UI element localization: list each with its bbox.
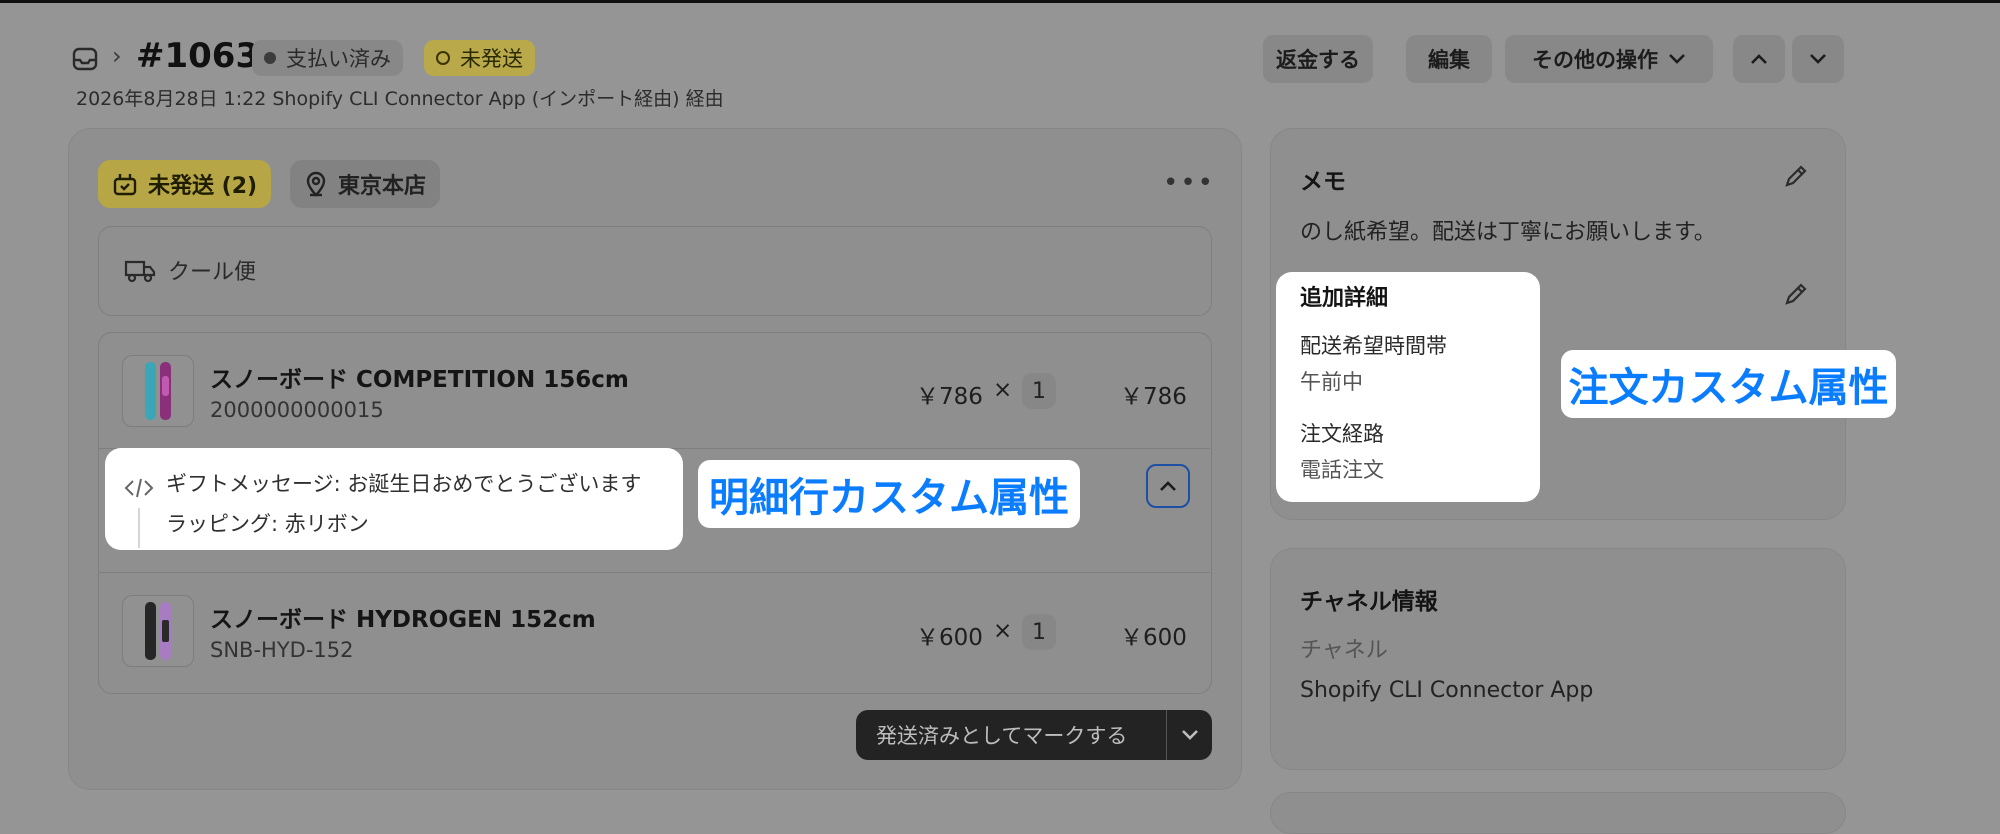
unfulfilled-count-label: 未発送 (2)	[148, 174, 258, 199]
product-title[interactable]: スノーボード COMPETITION 156cm	[210, 360, 629, 394]
unit-price: ￥786	[916, 384, 983, 410]
shipping-method-label: クール便	[168, 260, 257, 285]
chevron-down-icon	[1810, 54, 1826, 64]
order-custom-attribute-callout: 注文カスタム属性	[1561, 350, 1896, 418]
detail-value: 午前中	[1300, 370, 1363, 394]
orders-inbox-icon[interactable]	[72, 46, 98, 72]
chevron-down-icon	[1181, 730, 1198, 740]
notes-text: のし紙希望。配送は丁寧にお願いします。	[1300, 220, 1716, 245]
previous-order-button[interactable]	[1733, 35, 1785, 83]
window-top-border	[0, 0, 2000, 3]
detail-value: 電話注文	[1300, 458, 1384, 482]
payment-status-badge: 支払い済み	[252, 40, 403, 76]
times-sign: ×	[993, 377, 1013, 403]
line-total: ￥600	[1120, 625, 1187, 651]
mark-as-fulfilled-button[interactable]: 発送済みとしてマークする	[856, 710, 1212, 760]
collapse-properties-button[interactable]	[1146, 464, 1190, 508]
edit-pencil-icon[interactable]	[1782, 280, 1810, 308]
channel-label: チャネル	[1300, 638, 1388, 663]
notes-title: メモ	[1300, 169, 1346, 195]
product-thumbnail[interactable]	[122, 595, 194, 667]
refund-button[interactable]: 返金する	[1263, 35, 1373, 83]
location-pill: 東京本店	[290, 160, 441, 208]
page-title: #1063	[136, 36, 260, 76]
product-sku: 2000000000015	[210, 398, 384, 422]
product-thumbnail[interactable]	[122, 355, 194, 427]
status-dot-icon	[264, 52, 276, 64]
times-sign: ×	[993, 618, 1013, 644]
next-card-edge	[1270, 792, 1846, 834]
order-subtitle: 2026年8月28日 1:22 Shopify CLI Connector Ap…	[76, 88, 724, 110]
product-sku: SNB-HYD-152	[210, 638, 354, 662]
location-pin-icon	[306, 171, 326, 197]
more-options-icon[interactable]: •••	[1163, 168, 1215, 198]
detail-label: 配送希望時間帯	[1300, 334, 1447, 358]
divider	[98, 572, 1210, 573]
quantity-badge: 1	[1022, 373, 1056, 409]
location-label: 東京本店	[338, 174, 427, 199]
chevron-up-icon	[1751, 54, 1767, 64]
unit-price: ￥600	[916, 625, 983, 651]
unfulfilled-count-pill: 未発送 (2)	[98, 160, 272, 208]
next-order-button[interactable]	[1792, 35, 1844, 83]
property-indent-line	[138, 508, 140, 548]
code-icon	[124, 478, 154, 498]
line-property: ラッピング: 赤リボン	[166, 512, 369, 536]
channel-value: Shopify CLI Connector App	[1300, 678, 1594, 703]
package-icon	[113, 174, 137, 196]
chevron-down-icon	[1669, 54, 1685, 64]
snowboard-image-icon	[145, 362, 171, 420]
product-title[interactable]: スノーボード HYDROGEN 152cm	[210, 600, 596, 634]
line-property: ギフトメッセージ: お誕生日おめでとうございます	[166, 472, 642, 496]
line-total: ￥786	[1120, 384, 1187, 410]
fulfillment-status-badge: 未発送	[424, 40, 535, 76]
fulfillment-status-label: 未発送	[460, 47, 523, 71]
status-ring-icon	[436, 51, 450, 65]
more-actions-button[interactable]: その他の操作	[1505, 35, 1713, 83]
payment-status-label: 支払い済み	[286, 47, 391, 71]
line-item-custom-attribute-callout: 明細行カスタム属性	[698, 460, 1080, 528]
chevron-up-icon	[1160, 481, 1176, 491]
mark-options-toggle[interactable]	[1167, 729, 1212, 741]
quantity-badge: 1	[1022, 614, 1056, 650]
snowboard-image-icon	[145, 602, 171, 660]
mark-as-fulfilled-label: 発送済みとしてマークする	[876, 724, 1128, 748]
shipping-method-box	[98, 226, 1212, 316]
channel-title: チャネル情報	[1300, 589, 1438, 615]
breadcrumb-chevron-icon: ›	[112, 42, 122, 70]
edit-pencil-icon[interactable]	[1782, 162, 1810, 190]
detail-label: 注文経路	[1300, 422, 1384, 446]
more-actions-label: その他の操作	[1532, 48, 1658, 72]
edit-button[interactable]: 編集	[1406, 35, 1492, 83]
additional-details-title: 追加詳細	[1300, 286, 1389, 311]
delivery-truck-icon	[124, 260, 156, 283]
